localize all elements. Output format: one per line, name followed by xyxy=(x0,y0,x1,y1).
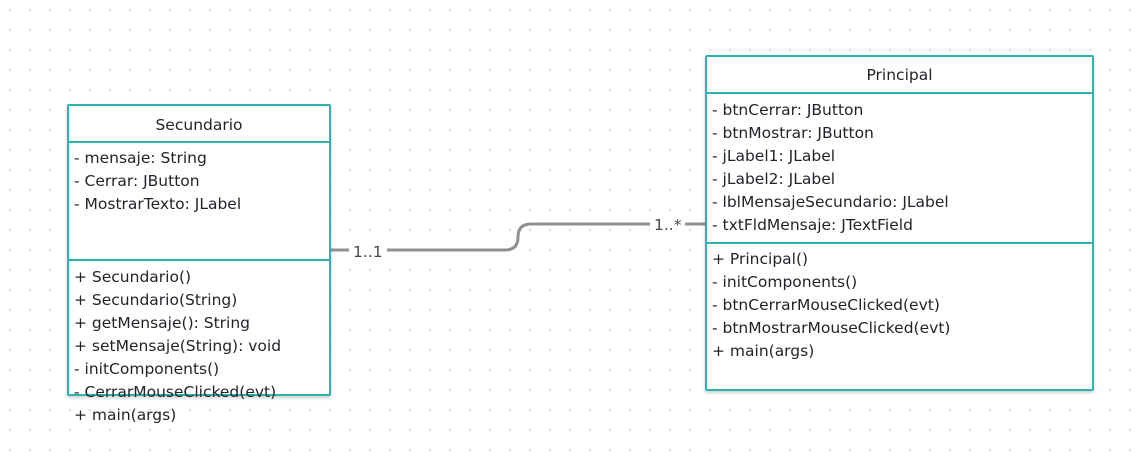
operation-main: + main(args) xyxy=(712,342,815,360)
class-principal-attributes: - btnCerrar: JButton - btnMostrar: JButt… xyxy=(707,94,1092,244)
operation-secundario: + Secundario() xyxy=(74,268,192,286)
class-principal-name: Principal xyxy=(707,57,1092,94)
attribute-jlabel2: - jLabel2: JLabel xyxy=(712,170,836,188)
attribute-txtfldmensaje: - txtFldMensaje: JTextField xyxy=(712,216,913,234)
attribute-btnmostrar: - btnMostrar: JButton xyxy=(712,124,874,142)
class-principal[interactable]: Principal - btnCerrar: JButton - btnMost… xyxy=(705,55,1094,391)
operation-principal: + Principal() xyxy=(712,250,809,268)
operation-cerrarmouseclicked: - CerrarMouseClicked(evt) xyxy=(74,383,277,401)
class-secundario-name: Secundario xyxy=(69,106,329,143)
attribute-jlabel1: - jLabel1: JLabel xyxy=(712,147,836,165)
attribute-cerrar: - Cerrar: JButton xyxy=(74,172,200,190)
operation-main: + main(args) xyxy=(74,406,177,424)
operation-getmensaje: + getMensaje(): String xyxy=(74,314,251,332)
operation-initcomponents: - initComponents() xyxy=(712,273,858,291)
attribute-btncerrar: - btnCerrar: JButton xyxy=(712,101,864,119)
operation-setmensaje: + setMensaje(String): void xyxy=(74,337,282,355)
attribute-mensaje: - mensaje: String xyxy=(74,149,207,167)
operation-initcomponents: - initComponents() xyxy=(74,360,220,378)
attribute-mostrartexto: - MostrarTexto: JLabel xyxy=(74,195,242,213)
multiplicity-secundario: 1..1 xyxy=(349,242,387,262)
attribute-lblmensajesecundario: - lblMensajeSecundario: JLabel xyxy=(712,193,949,211)
operation-btncerrarmouseclicked: - btnCerrarMouseClicked(evt) xyxy=(712,296,940,314)
operation-btnmostrarmouseclicked: - btnMostrarMouseClicked(evt) xyxy=(712,319,951,337)
multiplicity-principal: 1..* xyxy=(650,215,686,235)
class-secundario-operations: + Secundario() + Secundario(String) + ge… xyxy=(69,261,329,427)
class-secundario[interactable]: Secundario - mensaje: String - Cerrar: J… xyxy=(67,104,331,424)
class-secundario-attributes: - mensaje: String - Cerrar: JButton - Mo… xyxy=(69,143,329,261)
class-principal-operations: + Principal() - initComponents() - btnCe… xyxy=(707,244,1092,363)
operation-secundario-string: + Secundario(String) xyxy=(74,291,238,309)
association-line[interactable] xyxy=(329,222,707,252)
